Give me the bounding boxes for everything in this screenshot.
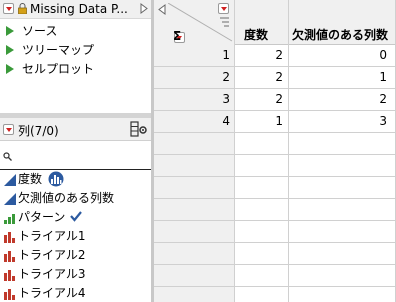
columns-corner-menu-icon[interactable] (218, 3, 229, 14)
grid-line (154, 198, 396, 199)
search-icon (3, 150, 12, 164)
summary-sigma-icon[interactable]: Σ (173, 29, 181, 43)
table-row[interactable]: 4 1 3 (154, 111, 396, 132)
column-name: 欠測値のある列数 (18, 191, 115, 205)
grid-line (154, 132, 396, 133)
column-search-input[interactable] (14, 146, 144, 162)
data-grid: Σ 度数 欠測値のある列数 1 2 0 2 2 1 3 2 2 4 1 3 (154, 0, 396, 302)
ordinal-icon (4, 214, 15, 224)
cell-missing-count[interactable]: 3 (288, 114, 387, 128)
columns-count-label: 列(7/0) (18, 124, 59, 138)
data-table-panel: Missing Data P... ソース ツリーマップ セルプロット 列(7/… (0, 0, 151, 302)
nominal-icon (4, 289, 15, 300)
run-script-icon[interactable] (6, 26, 14, 36)
run-script-icon[interactable] (6, 64, 14, 74)
continuous-icon (4, 174, 16, 186)
row-number[interactable]: 1 (154, 48, 230, 62)
cell-frequency[interactable]: 1 (234, 114, 283, 128)
columns-menu-icon[interactable] (3, 124, 14, 135)
column-name: トライアル2 (18, 248, 86, 262)
grid-line (154, 286, 396, 287)
script-label: ソース (22, 24, 58, 38)
nominal-icon (4, 251, 15, 262)
column-filter-icon (220, 17, 229, 27)
nominal-icon (4, 270, 15, 281)
run-script-icon[interactable] (6, 45, 14, 55)
cell-frequency[interactable]: 2 (234, 92, 283, 106)
table-row[interactable]: 3 2 2 (154, 89, 396, 110)
nominal-icon (4, 232, 15, 243)
column-settings-icon[interactable] (130, 121, 148, 140)
table-row[interactable]: 1 2 0 (154, 45, 396, 66)
grid-line (154, 264, 396, 265)
frequency-role-icon (48, 171, 64, 187)
grid-line (154, 154, 396, 155)
column-name: トライアル1 (18, 229, 86, 243)
column-name: 度数 (18, 172, 43, 186)
row-number[interactable]: 2 (154, 70, 230, 84)
table-title: Missing Data P... (30, 2, 128, 16)
column-name: トライアル4 (18, 286, 86, 300)
continuous-icon (4, 193, 16, 205)
script-label: ツリーマップ (22, 43, 95, 57)
cell-frequency[interactable]: 2 (234, 48, 283, 62)
cell-missing-count[interactable]: 1 (288, 70, 387, 84)
script-label: セルプロット (22, 62, 95, 76)
grid-line (154, 176, 396, 177)
collapse-arrow-icon[interactable] (140, 3, 148, 17)
row-number[interactable]: 4 (154, 114, 230, 128)
table-title-bar: Missing Data P... (0, 0, 151, 19)
column-search (0, 141, 151, 170)
grid-line (154, 242, 396, 243)
expand-left-icon[interactable] (158, 4, 166, 15)
checkmark-icon (70, 211, 82, 222)
column-header-frequency[interactable]: 度数 (244, 26, 268, 43)
cell-frequency[interactable]: 2 (234, 70, 283, 84)
cell-missing-count[interactable]: 0 (288, 48, 387, 62)
columns-header: 列(7/0) (0, 118, 151, 141)
column-name: パターン (18, 210, 66, 224)
grid-line (154, 220, 396, 221)
table-row[interactable]: 2 2 1 (154, 67, 396, 88)
cell-missing-count[interactable]: 2 (288, 92, 387, 106)
column-name: トライアル3 (18, 267, 86, 281)
table-menu-icon[interactable] (3, 3, 14, 14)
row-number[interactable]: 3 (154, 92, 230, 106)
column-header-missing-count[interactable]: 欠測値のある列数 (292, 26, 388, 43)
lock-icon (18, 3, 27, 15)
